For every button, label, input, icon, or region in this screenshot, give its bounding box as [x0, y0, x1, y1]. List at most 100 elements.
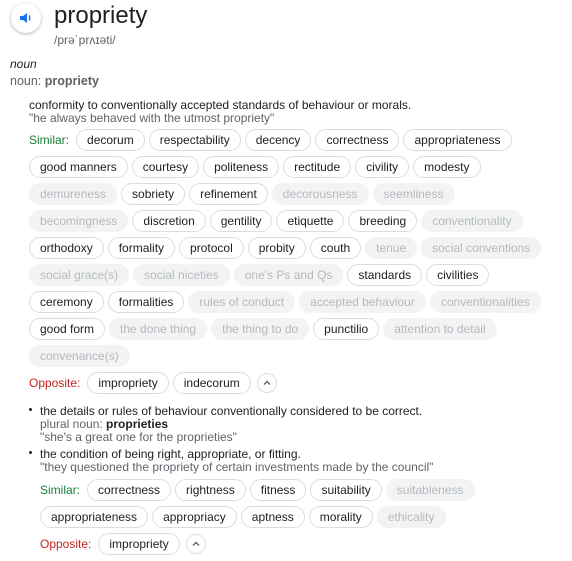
synonym-chip[interactable]: formalities: [107, 290, 185, 313]
synonym-chip[interactable]: breeding: [348, 209, 418, 232]
synonym-chip[interactable]: rectitude: [283, 155, 352, 178]
sense-2: the details or rules of behaviour conven…: [29, 404, 560, 444]
headword: propriety: [54, 2, 148, 29]
part-of-speech: noun: [10, 57, 37, 71]
synonym-chip[interactable]: suitability: [310, 478, 382, 501]
collapse-button[interactable]: [185, 533, 206, 554]
synonym-chip[interactable]: standards: [347, 263, 423, 286]
synonym-chip[interactable]: morality: [308, 505, 373, 528]
synonym-chip[interactable]: civilities: [426, 263, 490, 286]
noun-line: noun: propriety: [10, 74, 99, 88]
collapse-button[interactable]: [256, 372, 277, 393]
synonym-chip[interactable]: orthodoxy: [29, 236, 104, 259]
synonym-chip[interactable]: probity: [247, 236, 306, 259]
synonym-chip: seemliness: [372, 182, 455, 205]
antonym-row: Opposite: impropriety indecorum: [29, 369, 545, 396]
synonym-chip: the thing to do: [211, 317, 310, 340]
synonym-chip[interactable]: fitness: [249, 478, 307, 501]
antonym-row: Opposite: impropriety: [40, 530, 479, 557]
noun-label: noun:: [10, 74, 45, 88]
bullet-dot: [29, 451, 32, 454]
synonym-row: good form the done thing the thing to do pu…: [29, 315, 545, 342]
synonym-chip[interactable]: good form: [29, 317, 106, 340]
synonym-row: Similar: decorum respectability decency corr…: [29, 126, 545, 153]
pronounce-button[interactable]: [11, 3, 41, 33]
sense-1-synonyms: Similar: decorum respectability decency corr…: [29, 126, 545, 396]
synonym-row: appropriateness appropriacy aptness moralit…: [40, 503, 479, 530]
chevron-up-icon: [263, 380, 271, 385]
synonym-chip[interactable]: sobriety: [121, 182, 186, 205]
sense-3-synonyms: Similar: correctness rightness fitness suita…: [40, 476, 479, 557]
synonym-chip[interactable]: ceremony: [29, 290, 104, 313]
synonym-chip[interactable]: appropriateness: [403, 128, 512, 151]
plural-label: plural noun:: [40, 417, 107, 431]
noun-word: propriety: [44, 74, 99, 88]
synonym-chip[interactable]: decency: [244, 128, 312, 151]
synonym-row: demureness sobriety refinement decorousness…: [29, 180, 545, 207]
synonym-chip: social grace(s): [29, 263, 130, 286]
synonym-chip: accepted behaviour: [299, 290, 426, 313]
example: "she's a great one for the proprieties": [40, 430, 237, 444]
synonym-chip: one's Ps and Qs: [233, 263, 344, 286]
synonym-row: good manners courtesy politeness rectitude c…: [29, 153, 545, 180]
synonym-row: convenance(s): [29, 342, 545, 369]
synonym-chip[interactable]: refinement: [189, 182, 268, 205]
antonym-chip[interactable]: impropriety: [87, 371, 169, 394]
similar-label: Similar:: [40, 482, 81, 497]
opposite-label: Opposite:: [40, 536, 92, 551]
similar-label: Similar:: [29, 132, 70, 147]
definition: the details or rules of behaviour conven…: [40, 404, 423, 418]
sense-3: the condition of being right, appropriat…: [29, 447, 560, 474]
synonym-chip[interactable]: formality: [107, 236, 176, 259]
antonym-chip[interactable]: indecorum: [172, 371, 251, 394]
synonym-row: social grace(s) social niceties one's Ps a…: [29, 261, 545, 288]
synonym-chip[interactable]: couth: [309, 236, 362, 259]
synonym-chip[interactable]: rightness: [175, 478, 246, 501]
synonym-chip: social conventions: [421, 236, 542, 259]
synonym-chip: attention to detail: [383, 317, 497, 340]
definition: conformity to conventionally accepted st…: [29, 98, 412, 112]
synonym-chip[interactable]: correctness: [315, 128, 400, 151]
synonym-chip[interactable]: discretion: [132, 209, 206, 232]
synonym-chip[interactable]: decorum: [76, 128, 145, 151]
synonym-chip: conventionalities: [429, 290, 541, 313]
sense-1: conformity to conventionally accepted st…: [29, 98, 569, 125]
synonym-chip[interactable]: respectability: [148, 128, 241, 151]
synonym-chip: rules of conduct: [188, 290, 296, 313]
synonym-row: becomingness discretion gentility etiquette…: [29, 207, 545, 234]
synonym-chip[interactable]: politeness: [203, 155, 280, 178]
synonym-chip: conventionality: [421, 209, 523, 232]
synonym-chip[interactable]: civility: [355, 155, 410, 178]
synonym-chip: the done thing: [109, 317, 208, 340]
definition: the condition of being right, appropriat…: [40, 447, 301, 461]
synonym-row: orthodoxy formality protocol probity couth te…: [29, 234, 545, 261]
synonym-row: ceremony formalities rules of conduct accep…: [29, 288, 545, 315]
synonym-chip[interactable]: correctness: [87, 478, 172, 501]
synonym-chip[interactable]: gentility: [209, 209, 273, 232]
synonym-chip[interactable]: etiquette: [276, 209, 345, 232]
pronunciation: /prəˈprʌɪəti/: [54, 33, 116, 47]
synonym-chip[interactable]: courtesy: [131, 155, 200, 178]
synonym-chip: tenue: [365, 236, 418, 259]
speaker-icon: [20, 13, 31, 23]
opposite-label: Opposite:: [29, 375, 81, 390]
synonym-chip[interactable]: good manners: [29, 155, 128, 178]
synonym-chip: becomingness: [29, 209, 129, 232]
synonym-chip[interactable]: protocol: [179, 236, 244, 259]
synonym-chip: convenance(s): [29, 344, 130, 367]
synonym-chip: ethicality: [376, 505, 446, 528]
example: "they questioned the propriety of certai…: [40, 460, 434, 474]
synonym-chip[interactable]: appropriacy: [152, 505, 237, 528]
synonym-row: Similar: correctness rightness fitness suita…: [40, 476, 479, 503]
synonym-chip[interactable]: modesty: [413, 155, 481, 178]
antonym-chip[interactable]: impropriety: [98, 532, 180, 555]
bullet-dot: [29, 408, 32, 411]
synonym-chip[interactable]: punctilio: [313, 317, 380, 340]
synonym-chip: social niceties: [133, 263, 230, 286]
plural-word: proprieties: [106, 417, 169, 431]
chevron-up-icon: [192, 541, 200, 546]
synonym-chip: suitableness: [385, 478, 475, 501]
synonym-chip[interactable]: aptness: [240, 505, 305, 528]
synonym-chip[interactable]: appropriateness: [40, 505, 149, 528]
example: "he always behaved with the utmost propr…: [29, 111, 275, 125]
